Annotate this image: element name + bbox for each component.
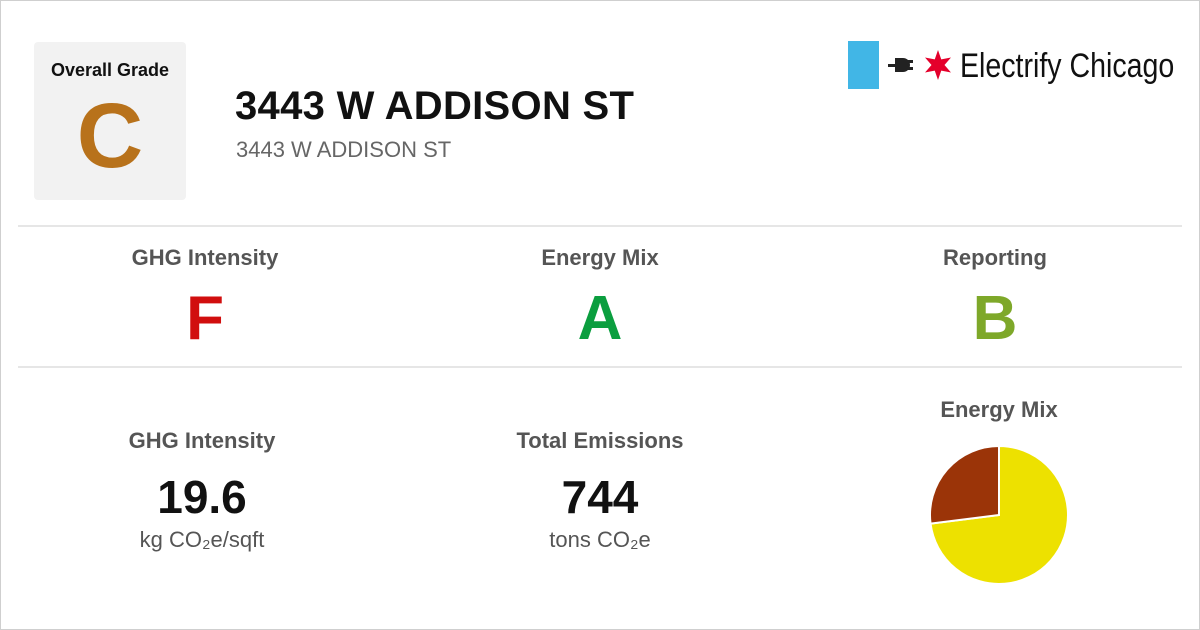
section-divider — [18, 225, 1182, 227]
ghg-intensity-unit: kg CO₂e/sqft — [139, 527, 265, 552]
ghg-intensity-value: 19.6 — [157, 471, 247, 523]
overall-grade-label: Overall Grade — [50, 60, 170, 80]
ghg-intensity-metric-label: GHG Intensity — [128, 428, 276, 453]
total-emissions-label: Total Emissions — [516, 428, 684, 453]
ghg-intensity-grade: F — [186, 284, 224, 353]
overall-grade-letter: C — [76, 85, 144, 187]
flag-bar — [848, 41, 879, 89]
section-divider — [18, 366, 1182, 368]
building-address: 3443 W ADDISON ST — [236, 137, 452, 162]
building-title: 3443 W ADDISON ST — [235, 84, 635, 128]
energy-mix-pie-chart — [929, 444, 1069, 585]
reporting-grade-label: Reporting — [943, 245, 1047, 270]
brand-name: Electrify Chicago — [960, 47, 1175, 85]
energy-mix-grade-label: Energy Mix — [541, 245, 659, 270]
reporting-grade: B — [972, 284, 1018, 353]
total-emissions-unit: tons CO₂e — [549, 527, 651, 552]
energy-mix-chart-title: Energy Mix — [940, 397, 1058, 422]
electrify-chicago-logo: Electrify Chicago — [848, 41, 1178, 89]
six-point-star-icon — [925, 50, 951, 80]
pie-slice-2 — [929, 444, 1000, 525]
total-emissions-value: 744 — [561, 471, 639, 523]
overall-grade-box: Overall Grade C — [34, 42, 186, 200]
energy-mix-grade: A — [577, 284, 623, 353]
plug-icon — [888, 58, 913, 72]
ghg-intensity-grade-label: GHG Intensity — [131, 245, 279, 270]
